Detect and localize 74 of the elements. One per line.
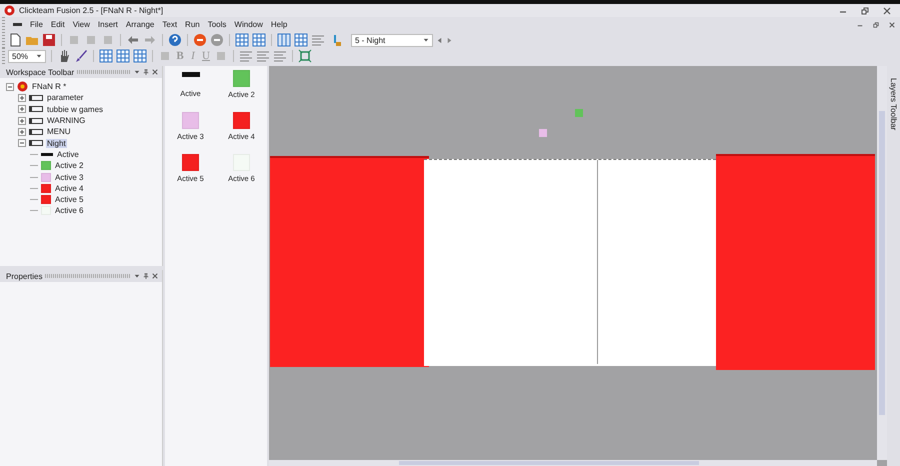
- save-icon[interactable]: [42, 33, 56, 47]
- zoom-dropdown[interactable]: 50%: [8, 50, 46, 62]
- frame-icon: [29, 94, 43, 101]
- window-title: Clickteam Fusion 2.5 - [FNaN R - Night*]: [19, 6, 164, 15]
- frame-icon: [29, 140, 43, 146]
- grid-icon[interactable]: [99, 49, 113, 63]
- app-logo-icon: [4, 5, 15, 16]
- pin-icon[interactable]: [143, 273, 149, 279]
- fit-icon[interactable]: [298, 49, 312, 63]
- previous-frame-icon[interactable]: [436, 36, 443, 44]
- grid-icon[interactable]: [252, 33, 266, 47]
- brush-icon[interactable]: [74, 49, 88, 63]
- tree-item[interactable]: Active 4: [54, 184, 84, 193]
- list-icon[interactable]: [311, 33, 325, 47]
- frame-icon: [29, 106, 43, 112]
- close-icon[interactable]: [889, 22, 895, 28]
- frame-icon: [29, 128, 43, 135]
- menubar-entry[interactable]: File: [30, 20, 43, 29]
- caret-icon: [423, 37, 429, 43]
- collapse-toggle-icon[interactable]: [6, 82, 14, 91]
- next-frame-icon[interactable]: [446, 36, 453, 44]
- grid-icon[interactable]: [116, 49, 130, 63]
- tree-item[interactable]: parameter: [46, 93, 84, 102]
- columns-icon[interactable]: [277, 33, 291, 47]
- horizontal-scrollbar[interactable]: [269, 460, 877, 466]
- grid-icon[interactable]: [294, 33, 308, 47]
- panel-menu-icon[interactable]: [134, 273, 140, 279]
- expand-toggle-icon[interactable]: [18, 116, 26, 125]
- caret-icon: [36, 53, 42, 59]
- panel-title: Workspace Toolbar: [6, 68, 74, 76]
- close-icon[interactable]: [883, 6, 891, 14]
- tree-item[interactable]: Active 2: [54, 161, 84, 170]
- close-icon[interactable]: [152, 69, 158, 75]
- menubar-entry[interactable]: Run: [185, 20, 200, 29]
- help-icon[interactable]: [168, 33, 182, 47]
- grid-icon[interactable]: [133, 49, 147, 63]
- tree-item[interactable]: tubbie w games: [46, 104, 104, 114]
- tree-item[interactable]: Active 6: [54, 206, 84, 216]
- menubar-entry[interactable]: Arrange: [126, 20, 154, 29]
- expand-toggle-icon[interactable]: [18, 139, 26, 148]
- pin-icon[interactable]: [143, 69, 149, 75]
- panel-title: Properties: [6, 272, 42, 280]
- grid-icon[interactable]: [235, 33, 249, 47]
- restore-icon[interactable]: [873, 22, 879, 28]
- menubar-entry[interactable]: View: [72, 20, 90, 29]
- restore-icon[interactable]: [861, 6, 869, 14]
- tree-item[interactable]: MENU: [46, 127, 72, 136]
- panel-menu-icon[interactable]: [134, 69, 140, 75]
- menubar-entry[interactable]: Insert: [98, 20, 118, 29]
- menubar-entry[interactable]: Text: [162, 20, 178, 29]
- expand-toggle-icon[interactable]: [18, 128, 26, 136]
- object-strip-icon[interactable]: [182, 72, 200, 77]
- tree-item[interactable]: WARNING: [46, 116, 86, 126]
- close-icon[interactable]: [152, 273, 158, 279]
- application-icon: [17, 81, 28, 92]
- menubar-entry[interactable]: Help: [270, 20, 288, 29]
- tree-item[interactable]: Active 3: [54, 172, 84, 182]
- expand-toggle-icon[interactable]: [18, 94, 26, 102]
- menubar-entry[interactable]: Window: [234, 20, 263, 29]
- tree-item[interactable]: Active 5: [54, 195, 84, 204]
- frame-icon: [29, 118, 43, 124]
- panel-title[interactable]: Layers Toolbar: [889, 78, 898, 130]
- frame-dropdown[interactable]: 5 - Night: [351, 34, 433, 46]
- tree-item[interactable]: FNaN R *: [31, 82, 68, 92]
- align-left-icon[interactable]: [239, 49, 253, 63]
- expand-toggle-icon[interactable]: [18, 105, 26, 114]
- tree-item[interactable]: Night: [46, 138, 67, 148]
- menubar-entry[interactable]: Tools: [208, 20, 226, 29]
- new-file-icon[interactable]: [8, 33, 22, 47]
- menubar-entry[interactable]: Edit: [50, 20, 65, 29]
- vertical-scrollbar[interactable]: [877, 66, 887, 460]
- align-center-icon[interactable]: [256, 49, 270, 63]
- tree-item[interactable]: Active: [56, 150, 80, 159]
- align-right-icon[interactable]: [273, 49, 287, 63]
